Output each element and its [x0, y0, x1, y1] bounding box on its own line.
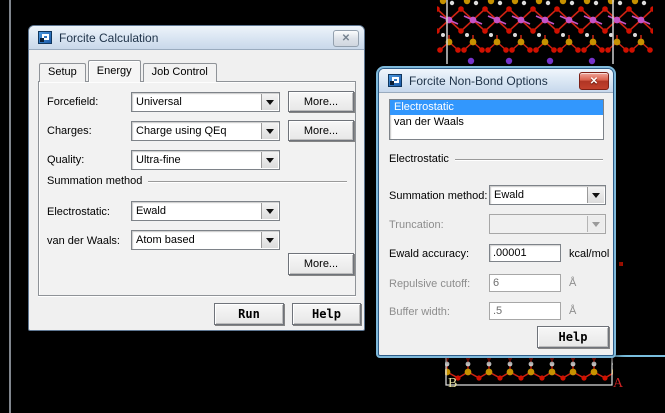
help-button[interactable]: Help — [537, 326, 609, 348]
group-separator — [148, 180, 347, 182]
chevron-down-icon[interactable] — [261, 94, 278, 110]
charges-label: Charges: — [47, 125, 92, 137]
summation-method-label: Summation method: — [389, 190, 488, 202]
buffer-width-input — [489, 302, 561, 320]
chevron-down-icon[interactable] — [261, 152, 278, 168]
quality-label: Quality: — [47, 154, 85, 166]
ewald-accuracy-label: Ewald accuracy: — [389, 248, 470, 260]
charges-more-button[interactable]: More... — [288, 120, 354, 141]
ewald-accuracy-input[interactable] — [489, 244, 561, 262]
summation-method-group: Summation method — [47, 175, 347, 187]
materials-studio-icon — [388, 74, 402, 87]
electrostatic-group: Electrostatic — [389, 153, 603, 165]
repulsive-cutoff-label: Repulsive cutoff: — [389, 278, 471, 290]
titlebar[interactable]: Forcite Non-Bond Options ✕ — [379, 69, 613, 93]
close-button[interactable]: ✕ — [333, 30, 359, 47]
repulsive-cutoff-input — [489, 274, 561, 292]
ewald-accuracy-unit: kcal/mol — [569, 248, 610, 260]
titlebar[interactable]: Forcite Calculation ✕ — [29, 26, 364, 50]
viewer-window-edge — [9, 0, 11, 413]
electrostatic-label: Electrostatic: — [47, 206, 110, 218]
chevron-down-icon[interactable] — [261, 232, 278, 248]
dialog-title: Forcite Non-Bond Options — [409, 74, 548, 88]
tab-energy[interactable]: Energy — [87, 60, 141, 82]
truncation-label: Truncation: — [389, 219, 444, 231]
run-button[interactable]: Run — [214, 303, 284, 325]
forcefield-select[interactable]: Universal — [131, 92, 280, 112]
electrostatic-group-label: Electrostatic — [389, 153, 449, 165]
quality-select[interactable]: Ultra-fine — [131, 150, 280, 170]
materials-studio-icon — [38, 31, 52, 44]
axis-label-b: B — [448, 376, 457, 391]
electrostatic-select[interactable]: Ewald — [131, 201, 280, 221]
energy-tab-panel: Forcefield: Universal More... Charges: C… — [38, 81, 356, 296]
desktop-background: B A Forcite Calculation ✕ Setup Energy J… — [0, 0, 665, 413]
close-button[interactable]: ✕ — [579, 72, 609, 90]
axis-label-a: A — [613, 376, 624, 391]
vdw-label: van der Waals: — [47, 235, 120, 247]
forcite-non-bond-options-dialog: Forcite Non-Bond Options ✕ Electrostatic… — [378, 68, 614, 356]
dialog-title: Forcite Calculation — [59, 31, 159, 45]
tab-job-control[interactable]: Job Control — [142, 63, 217, 82]
forcite-calculation-dialog: Forcite Calculation ✕ Setup Energy Job C… — [28, 25, 365, 331]
structure-fragment — [619, 262, 623, 266]
buffer-width-unit: Å — [569, 305, 577, 317]
close-icon: ✕ — [589, 75, 599, 87]
close-icon: ✕ — [341, 33, 351, 44]
molecular-structure-bottom: B A — [445, 356, 624, 391]
list-item-electrostatic[interactable]: Electrostatic — [390, 100, 603, 115]
summation-method-select[interactable]: Ewald — [489, 185, 606, 205]
truncation-select — [489, 214, 606, 234]
forcefield-label: Forcefield: — [47, 96, 99, 108]
interaction-type-list[interactable]: Electrostatic van der Waals — [389, 99, 604, 140]
tab-bar: Setup Energy Job Control — [39, 60, 219, 82]
chevron-down-icon[interactable] — [587, 187, 604, 203]
tab-setup[interactable]: Setup — [39, 63, 86, 82]
summation-more-button[interactable]: More... — [288, 253, 354, 275]
chevron-down-icon[interactable] — [261, 203, 278, 219]
list-item-vdw[interactable]: van der Waals — [390, 115, 603, 130]
forcefield-more-button[interactable]: More... — [288, 91, 354, 112]
help-button[interactable]: Help — [292, 303, 361, 325]
repulsive-cutoff-unit: Å — [569, 277, 577, 289]
molecular-structure-top — [437, 0, 653, 65]
vdw-select[interactable]: Atom based — [131, 230, 280, 250]
chevron-down-icon[interactable] — [261, 123, 278, 139]
charges-select[interactable]: Charge using QEq — [131, 121, 280, 141]
group-separator — [454, 158, 603, 160]
chevron-down-icon — [587, 216, 604, 232]
buffer-width-label: Buffer width: — [389, 306, 450, 318]
summation-group-label: Summation method — [47, 175, 143, 187]
